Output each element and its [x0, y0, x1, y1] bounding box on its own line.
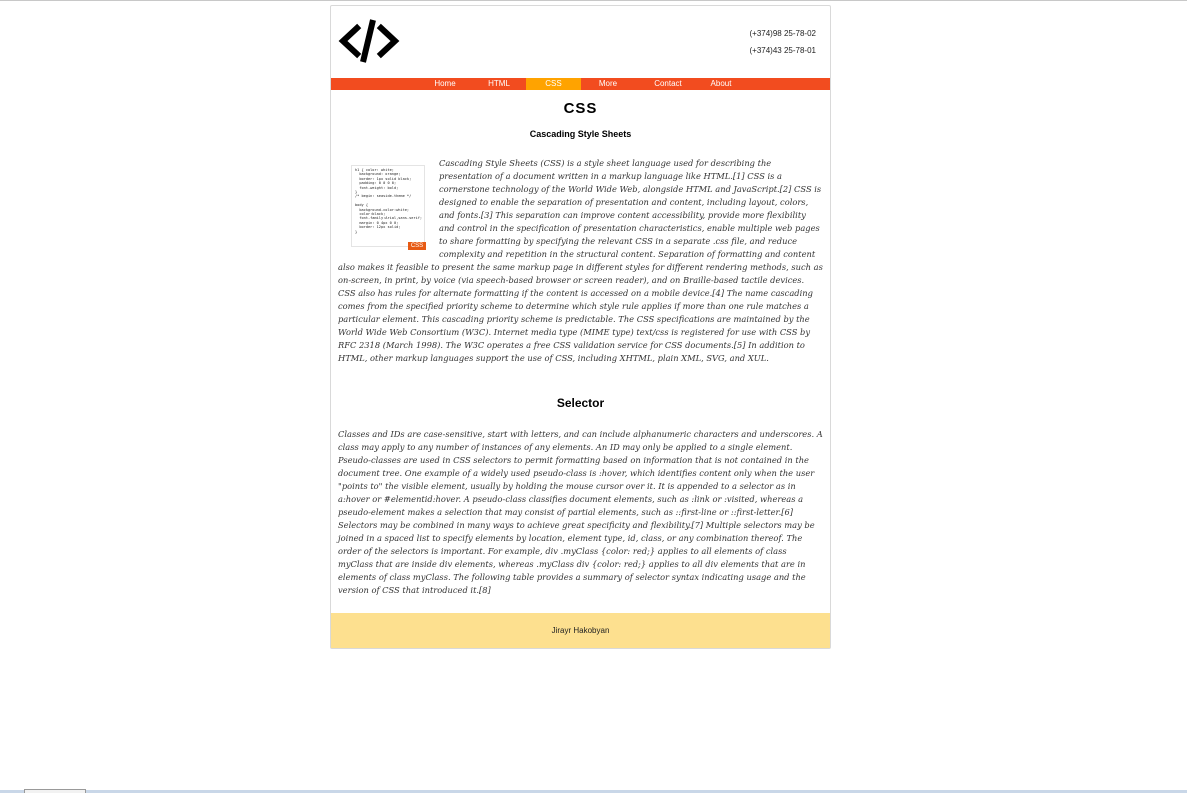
code-paper: h1 { color: white; background: orange; b…: [351, 165, 425, 247]
section-paragraph: Classes and IDs are case-sensitive, star…: [338, 429, 823, 595]
taskbar-tab[interactable]: [24, 789, 86, 793]
page-title: CSS: [563, 100, 598, 117]
nav-item-html[interactable]: HTML: [477, 78, 521, 90]
code-brackets-icon[interactable]: [337, 16, 401, 66]
phone-number-1: (+374)98 25-78-02: [749, 29, 817, 38]
css-badge: CSS: [408, 242, 426, 250]
phone-number-2: (+374)43 25-78-01: [749, 46, 817, 55]
footer-text: Jirayr Hakobyan: [551, 626, 610, 635]
window-top-border: [0, 0, 1187, 1]
section-title: Selector: [556, 396, 605, 410]
phone-numbers: (+374)98 25-78-02 (+374)43 25-78-01: [750, 25, 817, 59]
nav-bar: Home HTML CSS More Contact About: [331, 78, 830, 90]
code-snippet: h1 { color: white; background: orange; b…: [355, 168, 423, 234]
nav-item-contact[interactable]: Contact: [645, 78, 691, 90]
page-container: (+374)98 25-78-02 (+374)43 25-78-01 Home…: [330, 5, 831, 649]
css-code-image: h1 { color: white; background: orange; b…: [351, 165, 426, 250]
nav-item-css[interactable]: CSS: [526, 78, 581, 90]
nav-item-home[interactable]: Home: [423, 78, 467, 90]
intro-content: h1 { color: white; background: orange; b…: [338, 157, 824, 365]
footer: Jirayr Hakobyan: [331, 613, 830, 648]
nav-item-more[interactable]: More: [586, 78, 630, 90]
page-subtitle: Cascading Style Sheets: [529, 129, 632, 139]
header: (+374)98 25-78-02 (+374)43 25-78-01: [331, 6, 830, 78]
nav-item-about[interactable]: About: [699, 78, 743, 90]
